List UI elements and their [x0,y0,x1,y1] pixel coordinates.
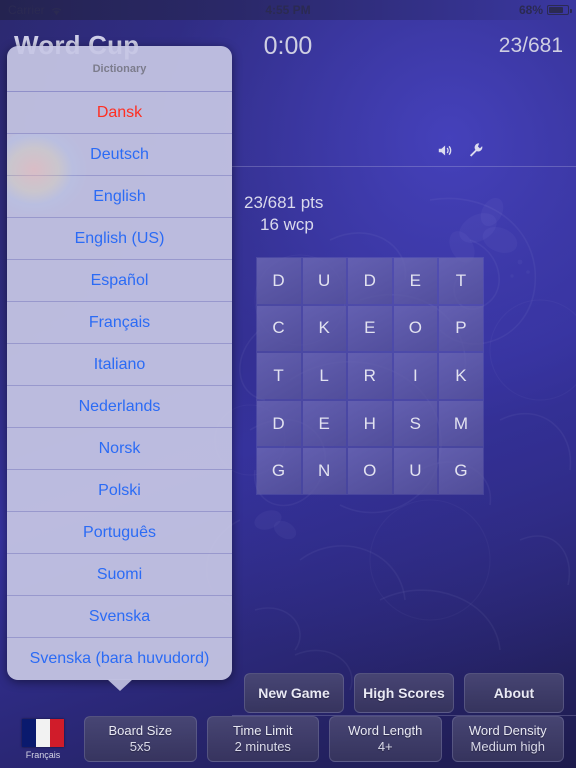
letter-tile[interactable]: S [393,400,438,447]
letter-tile[interactable]: D [257,400,301,447]
option-button-time-limit[interactable]: Time Limit 2 minutes [206,716,319,762]
letter-tile[interactable]: I [393,353,438,399]
dictionary-flag-label: Français [25,749,61,760]
toolbar-bottom: Français Board Size 5x5 Time Limit 2 minute… [0,716,576,762]
dictionary-item[interactable]: Suomi [7,554,232,596]
letter-tile[interactable]: E [302,400,347,447]
letter-tile[interactable]: P [439,305,483,352]
dictionary-item[interactable]: Italiano [7,344,232,386]
popover-arrow [106,679,133,691]
dictionary-item[interactable]: Nederlands [7,386,232,428]
option-title: Time Limit [233,723,293,738]
toolbar-top: New Game High Scores About [232,673,576,713]
letter-tile[interactable]: M [439,400,483,447]
letter-tile[interactable]: E [393,258,438,304]
letter-tile[interactable]: D [257,258,301,304]
battery-icon [547,5,572,15]
status-bar-right: 68% [518,3,572,17]
dictionary-item[interactable]: Dansk [7,92,232,134]
option-title: Word Length [348,723,423,738]
letter-tile[interactable]: U [302,258,347,304]
letter-tile[interactable]: L [302,353,347,399]
dictionary-item[interactable]: Norsk [7,428,232,470]
wrench-icon[interactable] [468,142,484,163]
words-per-category: 16 wcp [260,215,314,234]
option-button-word-density[interactable]: Word Density Medium high [451,716,564,762]
dictionary-item[interactable]: Français [7,302,232,344]
letter-tile[interactable]: T [439,258,483,304]
option-title: Board Size [108,723,173,738]
dictionary-item[interactable]: Svenska (bara huvudord) [7,638,232,680]
toolbar-button-high-scores[interactable]: High Scores [354,673,454,713]
dictionary-popover-inner: Dictionary Dansk Deutsch English English (U… [7,46,232,680]
battery-percent-label: 68% [518,3,543,17]
option-button-board-size[interactable]: Board Size 5x5 [84,716,197,762]
option-value: 4+ [377,739,393,754]
letter-grid[interactable]: DUDETCKEOPTLRIKDEHSMGNOUG [256,257,484,495]
letter-tile[interactable]: U [393,448,438,494]
panel-divider [232,166,576,167]
status-bar-clock: 4:55 PM [265,3,311,17]
letter-tile[interactable]: T [257,353,301,399]
letter-tile[interactable]: K [302,305,347,352]
game-panel: 23/681 pts 16 wcp DUDETCKEOPTLRIKDEHSMGN… [232,20,576,768]
dictionary-item[interactable]: English (US) [7,218,232,260]
toolbar-button-new-game[interactable]: New Game [244,673,344,713]
dictionary-item[interactable]: Deutsch [7,134,232,176]
dictionary-item[interactable]: Español [7,260,232,302]
dictionary-item[interactable]: Polski [7,470,232,512]
dictionary-item[interactable]: English [7,176,232,218]
game-tool-icons [437,142,484,163]
dictionary-item[interactable]: Português [7,512,232,554]
letter-tile[interactable]: C [257,305,301,352]
letter-tile[interactable]: D [348,258,392,304]
option-value: 5x5 [129,739,151,754]
speaker-icon[interactable] [437,143,455,163]
toolbar-button-about[interactable]: About [464,673,564,713]
dictionary-item[interactable]: Svenska [7,596,232,638]
option-button-word-length[interactable]: Word Length 4+ [329,716,442,762]
app-root: Carrier 4:55 PM 68% Word Cup 0:00 23/681 [0,0,576,768]
dictionary-list: Dansk Deutsch English English (US) Español Fr… [7,92,232,680]
dictionary-flag-button[interactable]: Français [12,716,74,762]
option-title: Word Density [468,723,547,738]
points-total: 23/681 pts [244,193,324,212]
points-block: 23/681 pts 16 wcp [244,192,323,236]
dictionary-popover: Dictionary Dansk Deutsch English English (U… [7,46,232,691]
letter-tile[interactable]: G [257,448,301,494]
status-bar: Carrier 4:55 PM 68% [0,0,576,20]
letter-tile[interactable]: R [348,353,392,399]
letter-tile[interactable]: N [302,448,347,494]
france-flag-icon [22,718,64,747]
letter-tile[interactable]: K [439,353,483,399]
letter-tile[interactable]: E [348,305,392,352]
dictionary-popover-title: Dictionary [7,46,232,92]
option-value: Medium high [470,739,545,754]
letter-tile[interactable]: O [393,305,438,352]
option-value: 2 minutes [234,739,291,754]
letter-tile[interactable]: G [439,448,483,494]
letter-tile[interactable]: H [348,400,392,447]
letter-tile[interactable]: O [348,448,392,494]
